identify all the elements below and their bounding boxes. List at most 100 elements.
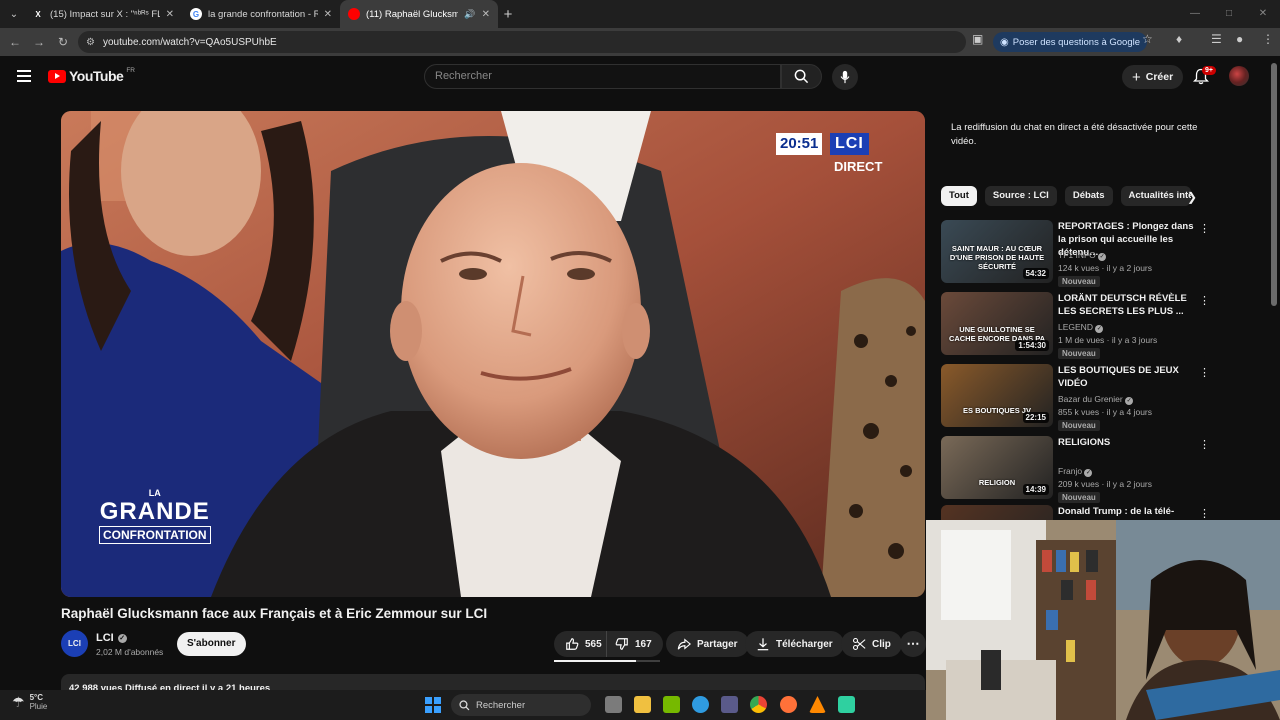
account-avatar[interactable] xyxy=(1229,66,1249,86)
browser-tab-x[interactable]: X (15) Impact sur X : "ⁿᵇᴿˢ FLASH ✕ xyxy=(24,0,182,28)
edge-icon[interactable] xyxy=(692,696,709,713)
more-vertical-icon[interactable]: ⋮ xyxy=(1199,438,1210,451)
search-input[interactable]: Rechercher xyxy=(424,64,781,89)
recommended-video[interactable]: RELIGION 14:39 RELIGIONS Franjo ✓ 209 k vues… xyxy=(941,436,1211,503)
page-scrollbar[interactable] xyxy=(1271,63,1277,306)
tab-close-icon[interactable]: ✕ xyxy=(324,9,332,20)
microsoft-store-icon[interactable] xyxy=(721,696,738,713)
new-tab-button[interactable]: + xyxy=(498,6,518,23)
clip-button[interactable]: Clip xyxy=(841,631,902,657)
more-vertical-icon[interactable]: ⋮ xyxy=(1199,222,1210,235)
video-thumbnail[interactable]: RELIGION 14:39 xyxy=(941,436,1053,499)
weather-widget[interactable]: ☂ 5°C Pluie xyxy=(12,693,47,711)
app-icon[interactable] xyxy=(838,696,855,713)
video-thumbnail[interactable]: UNE GUILLOTINE SE CACHE ENCORE DANS PA 1:… xyxy=(941,292,1053,355)
chevron-right-icon[interactable]: ❯ xyxy=(1187,190,1197,204)
recommended-video-title[interactable]: LES BOUTIQUES DE JEUX VIDÉO xyxy=(1058,364,1198,390)
reading-list-icon[interactable]: ☰ xyxy=(1211,32,1222,46)
video-thumbnail[interactable]: SAINT MAUR : AU CŒUR D'UNE PRISON DE HAU… xyxy=(941,220,1053,283)
nvidia-icon[interactable] xyxy=(663,696,680,713)
taskbar-search[interactable]: Rechercher xyxy=(451,694,591,716)
recommended-channel[interactable]: TF1 INFO ✓ xyxy=(1058,250,1107,261)
new-badge: Nouveau xyxy=(1058,276,1100,287)
recommended-video-title[interactable]: LORÄNT DEUTSCH RÉVÈLE LES SECRETS LES PL… xyxy=(1058,292,1198,318)
more-vertical-icon[interactable]: ⋮ xyxy=(1199,366,1210,379)
windows-start-icon[interactable] xyxy=(425,697,441,713)
more-vertical-icon[interactable]: ⋮ xyxy=(1199,507,1210,520)
recommended-video-meta: 124 k vues · il y a 2 jours xyxy=(1058,263,1153,273)
firefox-icon[interactable] xyxy=(780,696,797,713)
close-window-icon[interactable]: ✕ xyxy=(1246,0,1280,28)
minimize-icon[interactable]: — xyxy=(1178,0,1212,28)
video-thumbnail[interactable]: ES BOUTIQUES JV 22:15 xyxy=(941,364,1053,427)
share-button[interactable]: Partager xyxy=(666,631,749,657)
tab-close-icon[interactable]: ✕ xyxy=(166,9,174,20)
recommended-video[interactable]: SAINT MAUR : AU CŒUR D'UNE PRISON DE HAU… xyxy=(941,220,1211,287)
video-duration: 14:39 xyxy=(1022,484,1049,495)
download-button[interactable]: Télécharger xyxy=(745,631,844,657)
more-vertical-icon[interactable]: ⋮ xyxy=(1199,294,1210,307)
ask-google-button[interactable]: ◉ Poser des questions à Google xyxy=(993,32,1148,52)
recommended-video-meta: 855 k vues · il y a 4 jours xyxy=(1058,407,1153,417)
scissors-icon xyxy=(852,637,866,651)
vlc-icon[interactable] xyxy=(809,696,826,713)
back-icon[interactable]: ← xyxy=(3,35,27,49)
create-label: Créer xyxy=(1145,71,1174,83)
profile-icon[interactable]: ● xyxy=(1236,32,1243,46)
more-actions-button[interactable]: ⋯ xyxy=(900,631,926,657)
chrome-icon[interactable] xyxy=(750,696,767,713)
install-app-icon[interactable]: ▣ xyxy=(972,32,983,46)
recommended-channel[interactable]: Franjo ✓ xyxy=(1058,466,1093,477)
subscribe-button[interactable]: S'abonner xyxy=(177,632,246,656)
youtube-wordmark: YouTube xyxy=(69,68,124,84)
channel-avatar[interactable]: LCI xyxy=(61,630,88,657)
chip-international-news[interactable]: Actualités inte xyxy=(1120,186,1191,206)
browser-tab-google[interactable]: G la grande confrontation - Rech ✕ xyxy=(182,0,340,28)
channel-name-link[interactable]: LCI ✓ xyxy=(96,632,127,644)
browser-menu-icon[interactable]: ⋮ xyxy=(1262,32,1274,46)
chip-source-lci[interactable]: Source : LCI xyxy=(984,186,1057,206)
file-explorer-icon[interactable] xyxy=(634,696,651,713)
address-bar[interactable]: ⚙ youtube.com/watch?v=QAo5USPUhbE xyxy=(78,31,966,53)
reload-icon[interactable]: ↻ xyxy=(51,35,75,49)
browser-tab-youtube[interactable]: (11) Raphaël Glucksmann fa 🔊 ✕ xyxy=(340,0,498,28)
recommended-video[interactable]: UNE GUILLOTINE SE CACHE ENCORE DANS PA 1:… xyxy=(941,292,1211,359)
search-button[interactable] xyxy=(781,64,822,89)
create-button[interactable]: + Créer xyxy=(1122,65,1184,89)
new-badge: Nouveau xyxy=(1058,420,1100,431)
speaker-icon[interactable]: 🔊 xyxy=(464,9,475,20)
tab-search-chevron-icon[interactable]: ⌄ xyxy=(4,4,24,24)
youtube-logo[interactable]: YouTube FR xyxy=(48,67,135,84)
weather-temperature: 5°C xyxy=(29,693,43,702)
extensions-icon[interactable]: ♦ xyxy=(1176,32,1182,46)
recommended-channel-name: TF1 INFO xyxy=(1058,250,1096,260)
tab-title: (15) Impact sur X : "ⁿᵇᴿˢ FLASH xyxy=(50,8,160,20)
dislike-button[interactable]: 167 xyxy=(606,631,663,657)
channel-avatar-text: LCI xyxy=(68,639,81,648)
chip-all[interactable]: Tout xyxy=(941,186,977,206)
more-horizontal-icon: ⋯ xyxy=(906,636,920,651)
recommended-video[interactable]: ES BOUTIQUES JV 22:15 LES BOUTIQUES DE JEU… xyxy=(941,364,1211,431)
recommended-video-title[interactable]: RELIGIONS xyxy=(1058,436,1198,449)
chip-debates[interactable]: Débats xyxy=(1064,186,1113,206)
taskbar-search-icon xyxy=(459,699,470,710)
verified-icon: ✓ xyxy=(1095,325,1104,333)
video-player[interactable]: 20:51 LCI DIRECT LA GRANDE CONFRONTATION xyxy=(61,111,925,597)
url-text: youtube.com/watch?v=QAo5USPUhbE xyxy=(102,36,277,48)
site-info-icon[interactable]: ⚙ xyxy=(86,37,95,48)
ask-google-label: Poser des questions à Google xyxy=(1012,36,1141,48)
voice-search-button[interactable] xyxy=(832,64,858,90)
like-ratio-fill xyxy=(554,660,636,662)
tab-close-icon[interactable]: ✕ xyxy=(482,9,490,20)
task-view-icon[interactable] xyxy=(605,696,622,713)
like-ratio-bar xyxy=(554,660,660,662)
maximize-icon[interactable]: □ xyxy=(1212,0,1246,28)
recommended-channel[interactable]: Bazar du Grenier ✓ xyxy=(1058,394,1134,405)
like-button[interactable]: 565 xyxy=(554,631,610,657)
forward-icon[interactable]: → xyxy=(27,35,51,49)
weather-description: Pluie xyxy=(29,702,48,711)
hamburger-menu-icon[interactable] xyxy=(17,70,31,85)
recommended-channel[interactable]: LEGEND ✓ xyxy=(1058,322,1104,333)
plus-icon: + xyxy=(1132,68,1141,86)
bookmark-star-icon[interactable]: ☆ xyxy=(1142,32,1153,46)
